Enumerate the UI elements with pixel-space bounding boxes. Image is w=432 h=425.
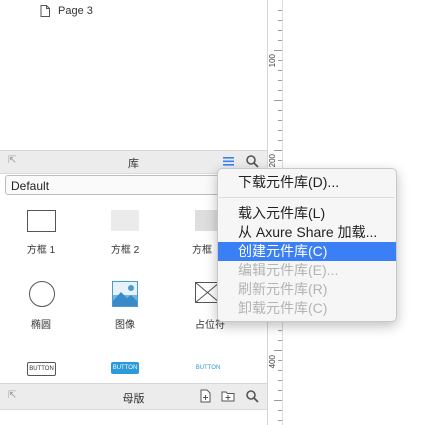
widget-ellipse[interactable]: 椭圆 xyxy=(11,280,71,331)
menu-icon[interactable] xyxy=(222,154,236,168)
ruler-label-100: 100 xyxy=(268,54,277,68)
menu-item-load-from-axure-share[interactable]: 从 Axure Share 加载... xyxy=(218,223,396,242)
widget-label: 方框 2 xyxy=(110,245,140,256)
box2-thumbnail xyxy=(111,210,139,231)
ruler-label-200: 200 xyxy=(268,154,277,168)
add-master-icon[interactable] xyxy=(198,389,212,403)
ellipse-thumbnail xyxy=(29,281,55,307)
ruler-label-400: 400 xyxy=(268,355,277,369)
widget-label: 方框 1 xyxy=(26,245,56,256)
widget-label: 椭圆 xyxy=(31,320,51,331)
menu-item-download-library[interactable]: 下载元件库(D)... xyxy=(218,173,396,192)
menu-separator xyxy=(219,197,395,198)
library-context-menu: 下载元件库(D)... 载入元件库(L) 从 Axure Share 加载...… xyxy=(217,168,397,322)
menu-item-refresh-library[interactable]: 刷新元件库(R) xyxy=(218,280,396,299)
button-sample-primary[interactable]: BUTTON xyxy=(111,362,139,374)
library-select-value: Default xyxy=(11,179,50,193)
add-folder-icon[interactable] xyxy=(221,389,235,403)
widget-image[interactable]: 图像 xyxy=(95,280,155,331)
menu-item-create-library[interactable]: 创建元件库(C) xyxy=(218,242,396,261)
page-item-page3[interactable]: Page 3 xyxy=(40,3,93,19)
menu-item-unload-library[interactable]: 卸载元件库(C) xyxy=(218,299,396,318)
page-icon xyxy=(40,5,50,17)
search-icon[interactable] xyxy=(245,389,259,403)
master-panel-header: ⇱ 母版 xyxy=(0,383,267,410)
widget-box2[interactable]: 方框 2 xyxy=(95,207,155,257)
button-sample-default[interactable]: BUTTON xyxy=(27,362,56,376)
widget-label: 图像 xyxy=(115,320,135,331)
menu-item-load-library[interactable]: 载入元件库(L) xyxy=(218,204,396,223)
menu-item-edit-library[interactable]: 编辑元件库(E)... xyxy=(218,261,396,280)
search-icon[interactable] xyxy=(245,154,259,168)
image-icon xyxy=(112,281,138,307)
button-sample-link[interactable]: BUTTON xyxy=(193,362,223,374)
page-item-label: Page 3 xyxy=(58,5,93,17)
box1-thumbnail xyxy=(27,210,56,232)
widget-box1[interactable]: 方框 1 xyxy=(11,207,71,257)
